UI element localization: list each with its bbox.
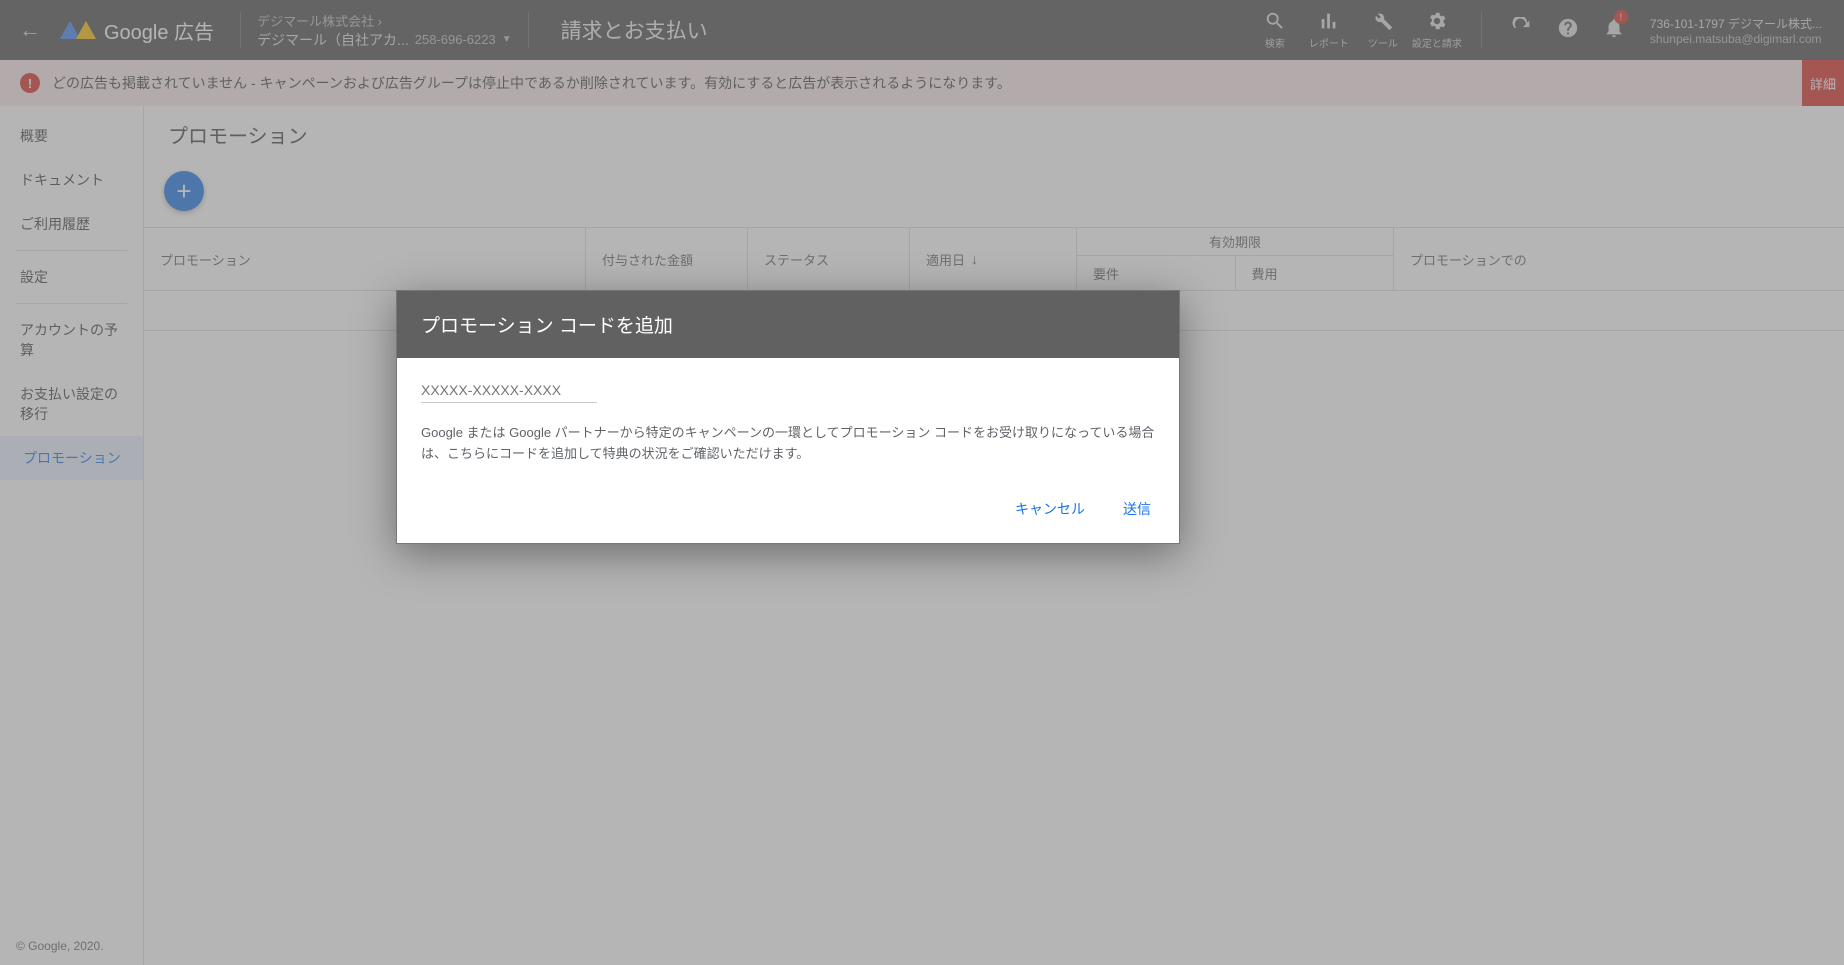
cancel-button[interactable]: キャンセル xyxy=(1011,493,1089,525)
modal-title: プロモーション コードを追加 xyxy=(397,291,1179,358)
modal-description: Google または Google パートナーから特定のキャンペーンの一環として… xyxy=(421,423,1155,465)
submit-button[interactable]: 送信 xyxy=(1119,493,1155,525)
add-promo-code-modal: プロモーション コードを追加 Google または Google パートナーから… xyxy=(396,290,1180,544)
promo-code-input[interactable] xyxy=(421,378,597,403)
